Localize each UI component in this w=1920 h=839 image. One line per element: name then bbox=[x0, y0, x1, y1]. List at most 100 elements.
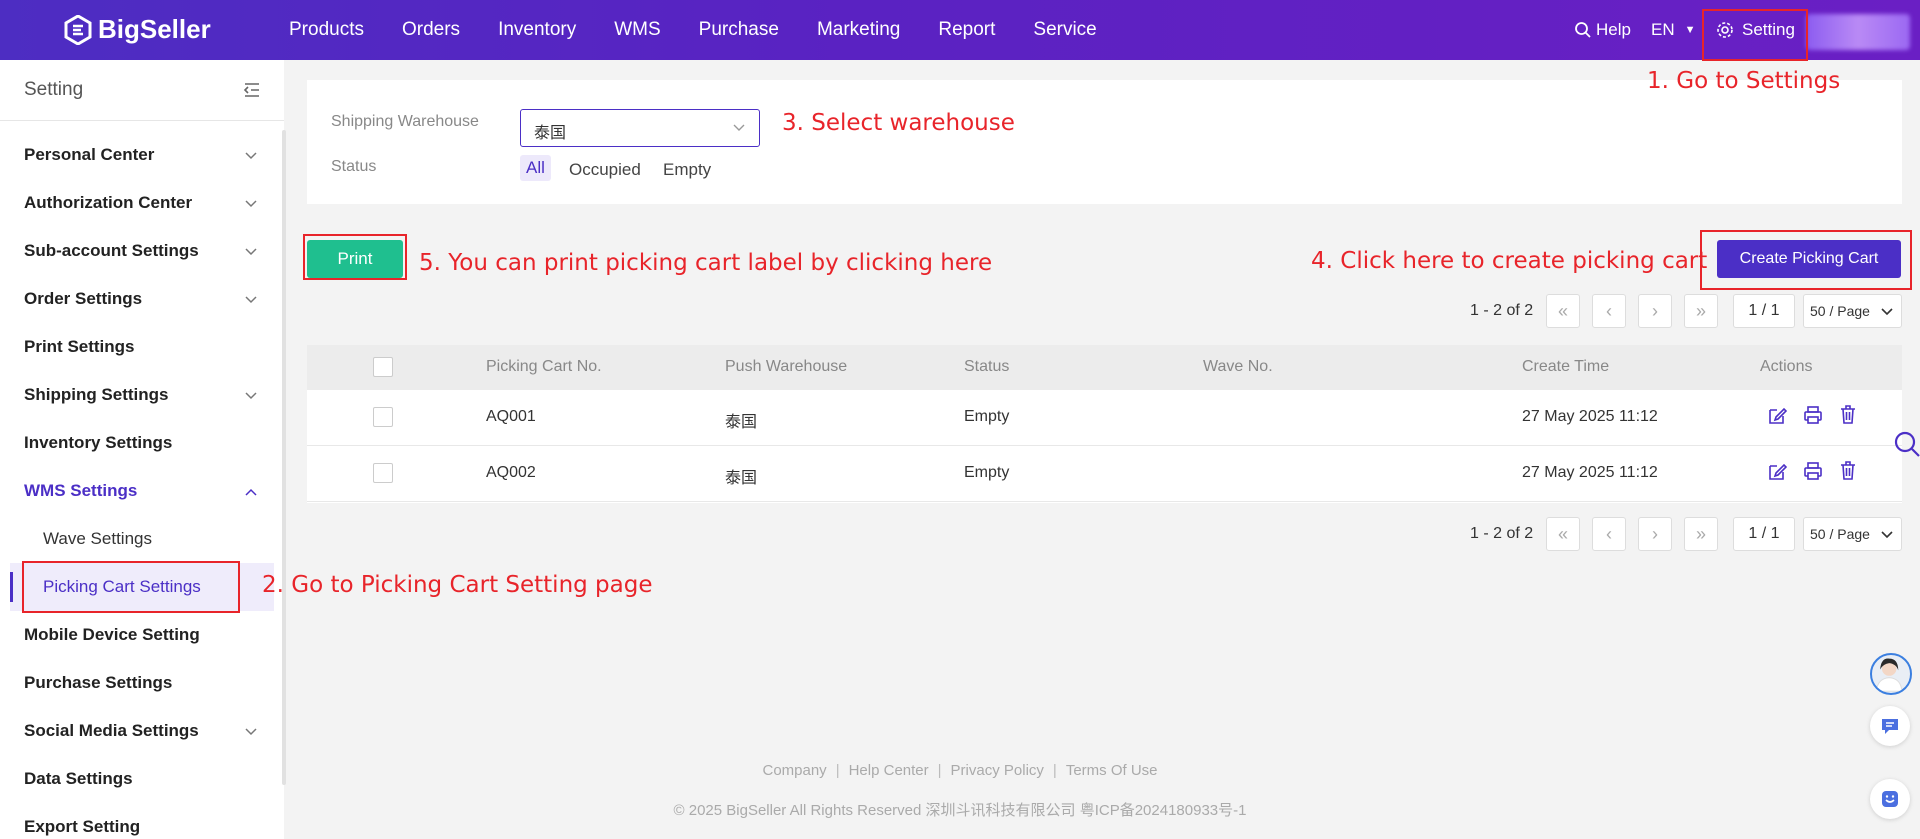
row-checkbox[interactable] bbox=[373, 407, 393, 427]
col-actions: Actions bbox=[1760, 358, 1813, 375]
last-page-button[interactable]: » bbox=[1684, 294, 1718, 328]
next-page-button[interactable]: › bbox=[1638, 294, 1672, 328]
sidebar-item-export-setting[interactable]: Export Setting bbox=[24, 817, 140, 837]
nav-report[interactable]: Report bbox=[938, 19, 995, 41]
top-navbar: BigSeller Products Orders Inventory WMS … bbox=[0, 0, 1920, 60]
chevron-down-icon bbox=[1881, 531, 1893, 539]
nav-wms[interactable]: WMS bbox=[614, 19, 660, 41]
search-icon[interactable] bbox=[1893, 430, 1920, 457]
footer-link-help-center[interactable]: Help Center bbox=[849, 762, 929, 779]
sidebar-item-authorization-center[interactable]: Authorization Center bbox=[24, 193, 192, 213]
nav-inventory[interactable]: Inventory bbox=[498, 19, 576, 41]
cell-picking-cart-no: AQ002 bbox=[486, 464, 536, 481]
sidebar-item-order-settings[interactable]: Order Settings bbox=[24, 289, 142, 309]
sidebar-item-shipping-settings[interactable]: Shipping Settings bbox=[24, 385, 169, 405]
delete-icon[interactable] bbox=[1838, 460, 1858, 482]
page-size-select[interactable]: 50 / Page bbox=[1803, 294, 1902, 328]
nav-products[interactable]: Products bbox=[289, 19, 364, 41]
chevron-down-icon bbox=[245, 728, 257, 736]
footer-link-company[interactable]: Company bbox=[762, 762, 826, 779]
sidebar-item-social-media-settings[interactable]: Social Media Settings bbox=[24, 721, 199, 741]
main-nav: Products Orders Inventory WMS Purchase M… bbox=[270, 0, 1116, 60]
footer-link-terms-of-use[interactable]: Terms Of Use bbox=[1066, 762, 1158, 779]
agent-avatar-icon bbox=[1876, 658, 1903, 692]
page-indicator[interactable]: 1 / 1 bbox=[1733, 294, 1795, 328]
table-row: AQ001 泰国 Empty 27 May 2025 11:12 bbox=[307, 390, 1902, 446]
prev-page-button[interactable]: ‹ bbox=[1592, 517, 1626, 551]
highlight-print-button bbox=[303, 234, 407, 280]
edit-icon[interactable] bbox=[1767, 460, 1787, 482]
help-link[interactable]: Help bbox=[1574, 0, 1631, 60]
sidebar-item-wms-settings[interactable]: WMS Settings bbox=[24, 481, 137, 501]
first-page-button[interactable]: « bbox=[1546, 517, 1580, 551]
status-filter-all[interactable]: All bbox=[520, 155, 551, 181]
page-indicator[interactable]: 1 / 1 bbox=[1733, 517, 1795, 551]
brand-name: BigSeller bbox=[98, 14, 211, 44]
nav-marketing[interactable]: Marketing bbox=[817, 19, 900, 41]
language-label: EN bbox=[1651, 20, 1675, 39]
chevron-down-icon bbox=[245, 248, 257, 256]
nav-purchase[interactable]: Purchase bbox=[699, 19, 779, 41]
chat-button[interactable] bbox=[1870, 706, 1910, 746]
page-size-value: 50 / Page bbox=[1810, 303, 1870, 319]
edit-icon[interactable] bbox=[1767, 404, 1787, 426]
sidebar-item-sub-account-settings[interactable]: Sub-account Settings bbox=[24, 241, 199, 261]
annotation-step-5: 5. You can print picking cart label by c… bbox=[419, 250, 993, 276]
highlight-setting bbox=[1702, 9, 1808, 61]
sidebar-scrollbar[interactable] bbox=[282, 130, 286, 785]
print-icon[interactable] bbox=[1803, 404, 1823, 426]
print-icon[interactable] bbox=[1803, 460, 1823, 482]
first-page-button[interactable]: « bbox=[1546, 294, 1580, 328]
support-agent-avatar[interactable] bbox=[1870, 653, 1912, 695]
cell-create-time: 27 May 2025 11:12 bbox=[1522, 464, 1658, 481]
col-create-time: Create Time bbox=[1522, 358, 1610, 375]
settings-sidebar: Setting Personal Center Authorization Ce… bbox=[0, 60, 284, 839]
sidebar-subitem-wave-settings[interactable]: Wave Settings bbox=[43, 529, 152, 549]
col-push-warehouse: Push Warehouse bbox=[725, 358, 848, 375]
chevron-down-icon bbox=[245, 152, 257, 160]
warehouse-select-value: 泰国 bbox=[534, 125, 567, 142]
page-size-select[interactable]: 50 / Page bbox=[1803, 517, 1902, 551]
cell-status: Empty bbox=[964, 408, 1010, 425]
sidebar-item-mobile-device-setting[interactable]: Mobile Device Setting bbox=[24, 625, 200, 645]
search-icon bbox=[1575, 22, 1591, 38]
sidebar-item-inventory-settings[interactable]: Inventory Settings bbox=[24, 433, 172, 453]
nav-orders[interactable]: Orders bbox=[402, 19, 460, 41]
bigseller-logo[interactable]: BigSeller bbox=[64, 14, 211, 45]
feedback-button[interactable] bbox=[1870, 779, 1910, 819]
chat-icon bbox=[1882, 719, 1898, 734]
status-filter-occupied[interactable]: Occupied bbox=[569, 160, 641, 180]
row-checkbox[interactable] bbox=[373, 463, 393, 483]
shipping-warehouse-label: Shipping Warehouse bbox=[331, 113, 479, 130]
user-account[interactable] bbox=[1806, 14, 1910, 50]
table-row: AQ002 泰国 Empty 27 May 2025 11:12 bbox=[307, 446, 1902, 502]
pagination-total: 1 - 2 of 2 bbox=[1470, 302, 1534, 319]
page-size-value: 50 / Page bbox=[1810, 526, 1870, 542]
sidebar-item-purchase-settings[interactable]: Purchase Settings bbox=[24, 673, 172, 693]
sidebar-divider bbox=[0, 120, 284, 121]
col-status: Status bbox=[964, 358, 1010, 375]
delete-icon[interactable] bbox=[1838, 404, 1858, 426]
language-selector[interactable]: EN ▼ bbox=[1651, 0, 1696, 60]
sidebar-item-print-settings[interactable]: Print Settings bbox=[24, 337, 135, 357]
annotation-step-2: 2. Go to Picking Cart Setting page bbox=[262, 572, 653, 598]
chevron-up-icon bbox=[245, 488, 257, 496]
col-picking-cart-no: Picking Cart No. bbox=[486, 358, 602, 375]
warehouse-select[interactable]: 泰国 bbox=[520, 109, 760, 147]
highlight-create-button bbox=[1700, 230, 1912, 290]
chevron-down-icon bbox=[245, 392, 257, 400]
sidebar-item-personal-center[interactable]: Personal Center bbox=[24, 145, 154, 165]
cell-create-time: 27 May 2025 11:12 bbox=[1522, 408, 1658, 425]
prev-page-button[interactable]: ‹ bbox=[1592, 294, 1626, 328]
pagination-bottom: 1 - 2 of 2 « ‹ › » 1 / 1 50 / Page bbox=[1470, 517, 1902, 551]
nav-service[interactable]: Service bbox=[1033, 19, 1096, 41]
last-page-button[interactable]: » bbox=[1684, 517, 1718, 551]
next-page-button[interactable]: › bbox=[1638, 517, 1672, 551]
status-filter-empty[interactable]: Empty bbox=[663, 160, 711, 180]
footer-link-privacy-policy[interactable]: Privacy Policy bbox=[951, 762, 1044, 779]
bigseller-logo-icon bbox=[64, 14, 92, 45]
collapse-menu-icon[interactable] bbox=[242, 80, 262, 100]
annotation-step-1: 1. Go to Settings bbox=[1647, 68, 1841, 94]
select-all-checkbox[interactable] bbox=[373, 357, 393, 377]
col-wave-no: Wave No. bbox=[1203, 358, 1273, 375]
